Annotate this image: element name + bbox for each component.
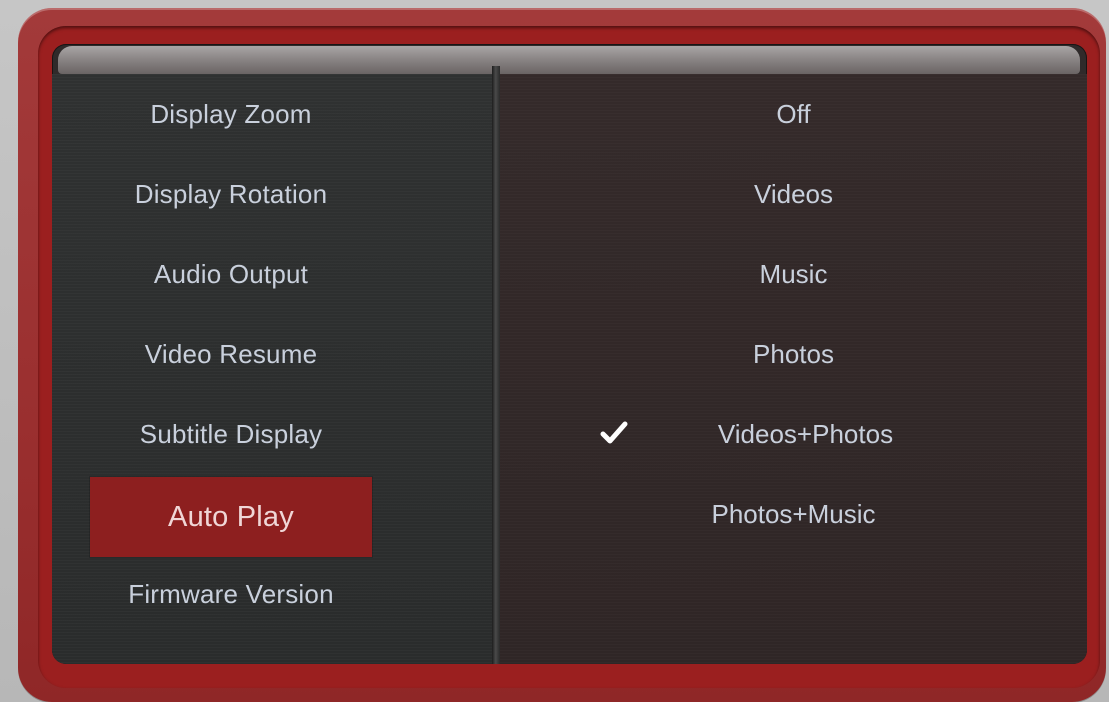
option-label: Videos bbox=[753, 178, 834, 209]
option-videos[interactable]: Videos bbox=[500, 154, 1087, 234]
option-label: Music bbox=[759, 258, 828, 289]
settings-panel: Display Zoom Display Rotation Audio Outp… bbox=[52, 44, 1087, 664]
option-videos-photos[interactable]: Videos+Photos bbox=[500, 394, 1087, 474]
menu-item-subtitle-display[interactable]: Subtitle Display bbox=[90, 394, 372, 474]
menu-item-display-zoom[interactable]: Display Zoom bbox=[90, 74, 372, 154]
checkmark-icon bbox=[600, 420, 628, 446]
option-label: Off bbox=[776, 98, 811, 129]
menu-item-audio-output[interactable]: Audio Output bbox=[90, 234, 372, 314]
option-off[interactable]: Off bbox=[500, 74, 1087, 154]
option-photos[interactable]: Photos bbox=[500, 314, 1087, 394]
menu-item-auto-play[interactable]: Auto Play bbox=[90, 477, 372, 557]
auto-play-options: Off Videos Music Photos Videos+Photos Ph… bbox=[500, 74, 1087, 664]
panel-header-bar bbox=[58, 46, 1080, 74]
menu-item-video-resume[interactable]: Video Resume bbox=[90, 314, 372, 394]
menu-item-display-rotation[interactable]: Display Rotation bbox=[90, 154, 372, 234]
device-screen: Display Zoom Display Rotation Audio Outp… bbox=[0, 0, 1109, 702]
option-music[interactable]: Music bbox=[500, 234, 1087, 314]
settings-menu: Display Zoom Display Rotation Audio Outp… bbox=[52, 74, 496, 664]
pane-divider bbox=[492, 66, 500, 664]
menu-item-firmware-version[interactable]: Firmware Version bbox=[90, 554, 372, 634]
option-photos-music[interactable]: Photos+Music bbox=[500, 474, 1087, 554]
option-label: Photos+Music bbox=[711, 498, 876, 529]
option-label: Videos+Photos bbox=[717, 418, 894, 449]
option-label: Photos bbox=[753, 338, 834, 369]
